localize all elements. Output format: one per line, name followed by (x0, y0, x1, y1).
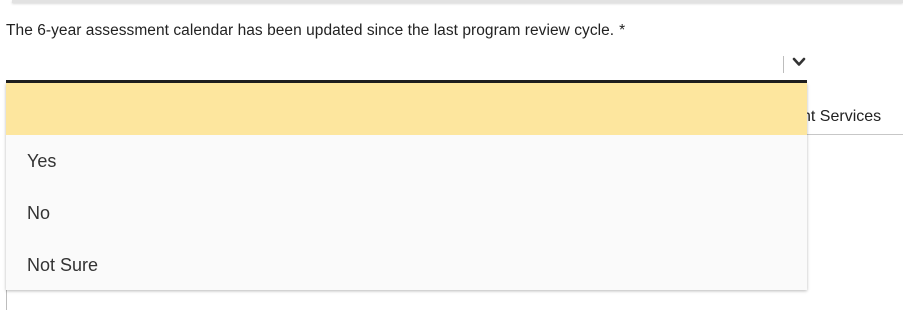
background-field-underline (802, 134, 903, 135)
answer-select[interactable] (6, 48, 807, 80)
dropdown-menu: Yes No Not Sure (6, 83, 807, 290)
question-text: The 6-year assessment calendar has been … (6, 22, 615, 39)
background-partial-text: nt Services (802, 108, 882, 125)
option-no[interactable]: No (6, 187, 807, 239)
form-page: The 6-year assessment calendar has been … (0, 0, 903, 314)
previous-card-edge (12, 0, 903, 3)
option-empty[interactable] (6, 83, 807, 135)
option-yes[interactable]: Yes (6, 135, 807, 187)
option-not-sure[interactable]: Not Sure (6, 239, 807, 291)
question-label: The 6-year assessment calendar has been … (6, 22, 625, 40)
required-marker: * (619, 22, 626, 39)
chevron-down-icon[interactable] (791, 55, 807, 69)
select-separator (783, 56, 784, 73)
